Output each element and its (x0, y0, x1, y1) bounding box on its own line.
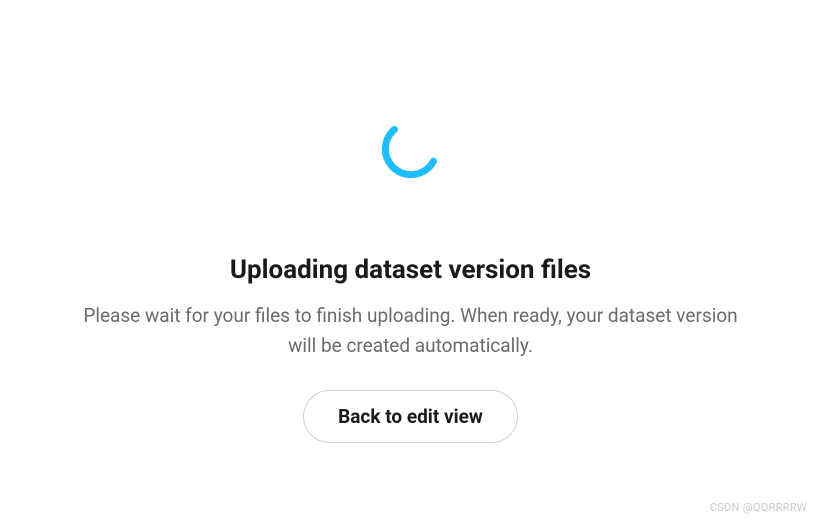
upload-status-panel: Uploading dataset version files Please w… (0, 0, 821, 520)
spinner-container (379, 117, 443, 185)
upload-title: Uploading dataset version files (230, 255, 591, 285)
back-to-edit-button[interactable]: Back to edit view (303, 390, 518, 443)
watermark-text: CSDN @QQRRRRW (710, 501, 807, 514)
loading-spinner-icon (379, 117, 443, 181)
upload-subtitle: Please wait for your files to finish upl… (71, 301, 751, 360)
